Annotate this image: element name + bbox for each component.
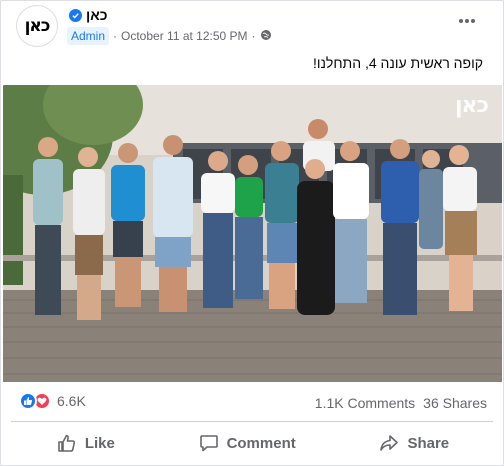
post-actions-bar: Like Comment Share	[1, 425, 504, 461]
post-card: כאן כאן Admin · October 11 at 12:50 PM ·…	[0, 0, 504, 466]
like-label: Like	[84, 434, 115, 452]
comments-count-link[interactable]: 1.1K Comments	[315, 395, 415, 411]
post-photo[interactable]: כאן	[3, 85, 502, 382]
verified-badge-icon	[69, 8, 82, 22]
admin-badge: Admin	[67, 27, 110, 45]
reaction-count: 6.6K	[57, 393, 86, 409]
meta-separator: ·	[113, 29, 118, 43]
share-label: Share	[407, 434, 450, 452]
more-options-icon[interactable]	[457, 11, 477, 31]
comment-label: Comment	[226, 434, 296, 452]
comment-bubble-icon	[199, 433, 219, 453]
photo-watermark-logo: כאן	[454, 93, 489, 118]
engagement-counts: 1.1K Comments 36 Shares	[315, 395, 487, 411]
reactions-summary[interactable]: 6.6K	[19, 392, 86, 410]
meta-separator-2: ·	[251, 29, 256, 43]
post-meta: Admin · October 11 at 12:50 PM ·	[67, 27, 272, 45]
post-caption: קופה ראשית עונה 4, התחלנו!	[312, 55, 483, 71]
globe-icon	[260, 29, 272, 44]
share-button[interactable]: Share	[365, 425, 463, 461]
kan-logo: כאן	[24, 16, 51, 36]
page-name-row: כאן	[69, 7, 108, 23]
like-button[interactable]: Like	[43, 425, 129, 461]
page-avatar[interactable]: כאן	[16, 5, 58, 47]
post-timestamp[interactable]: October 11 at 12:50 PM	[121, 29, 248, 43]
post-stats: 6.6K 1.1K Comments 36 Shares	[1, 389, 504, 417]
comment-button[interactable]: Comment	[185, 425, 310, 461]
shares-count-link[interactable]: 36 Shares	[423, 395, 487, 411]
thumbs-up-icon	[57, 433, 77, 453]
actions-divider	[11, 421, 493, 422]
page-name[interactable]: כאן	[86, 7, 108, 23]
post-header: כאן כאן Admin · October 11 at 12:50 PM ·	[1, 1, 504, 53]
like-reaction-icon	[19, 392, 37, 410]
share-arrow-icon	[379, 433, 399, 453]
